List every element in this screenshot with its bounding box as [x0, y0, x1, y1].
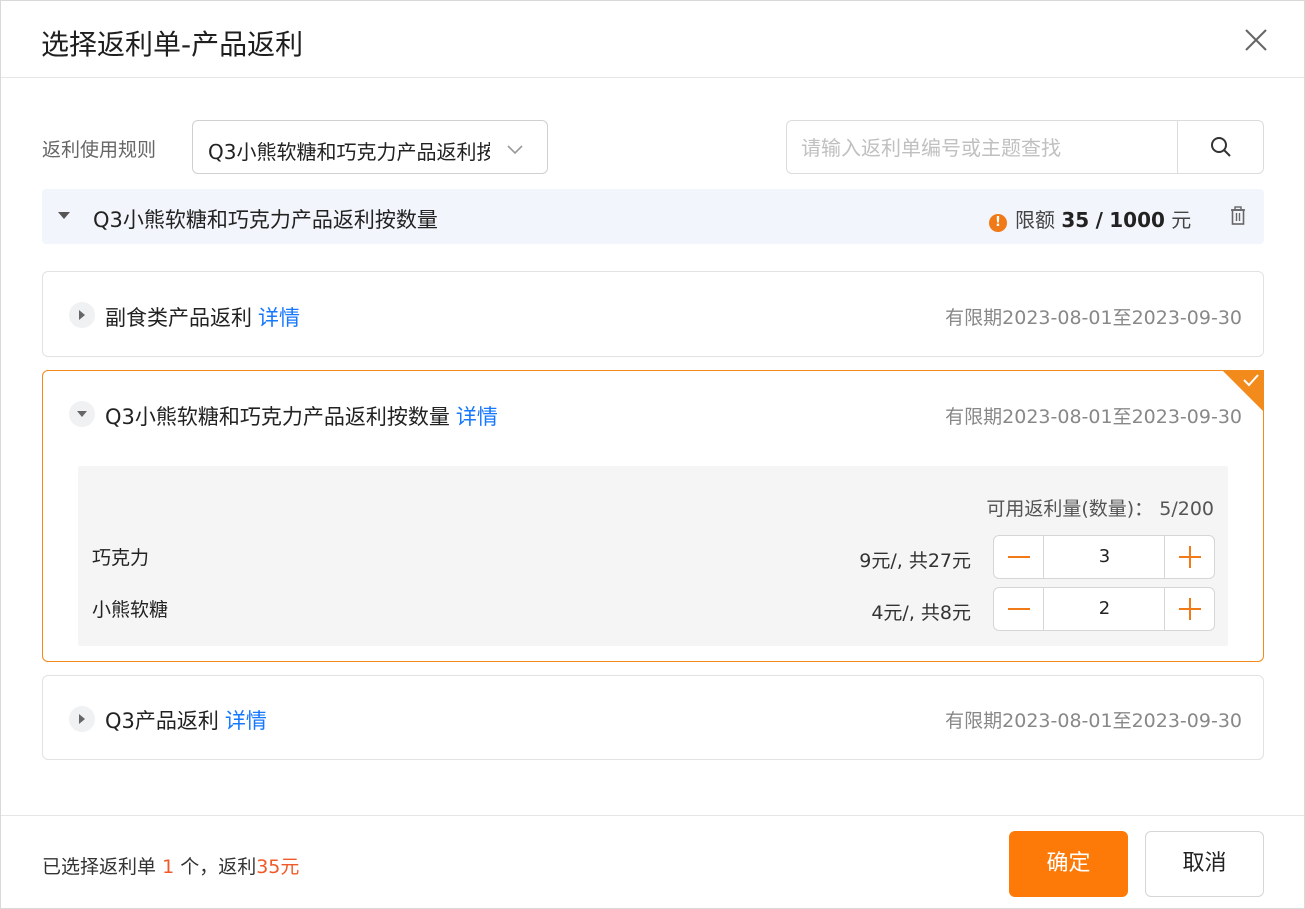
summary-prefix: 已选择返利单: [42, 856, 157, 878]
product-price: 4元/, 共8元: [871, 602, 971, 624]
card-title: 副食类产品返利 详情: [105, 302, 300, 332]
selection-summary: 已选择返利单 1 个，返利35元: [42, 852, 299, 879]
card-period: 有限期2023-08-01至2023-09-30: [945, 406, 1242, 428]
dialog-header: 选择返利单-产品返利: [1, 1, 1304, 78]
trash-icon[interactable]: [1228, 205, 1248, 227]
quota-total: 1000: [1109, 208, 1165, 232]
rebate-card-selected[interactable]: Q3小熊软糖和巧克力产品返利按数量 详情 有限期2023-08-01至2023-0…: [42, 370, 1264, 662]
quota-prefix: 限额: [1015, 208, 1055, 232]
confirm-button[interactable]: 确定: [1009, 831, 1128, 897]
product-name: 巧克力: [92, 547, 150, 569]
card-name: Q3产品返利: [105, 709, 219, 733]
quantity-value[interactable]: 3: [1044, 536, 1165, 578]
rule-select-value: Q3小熊软糖和巧克力产品返利按数量: [208, 140, 490, 164]
product-panel: 可用返利量(数量)： 5/200 巧克力 9元/, 共27元 3 小熊软糖 4元…: [78, 466, 1228, 646]
card-title: Q3小熊软糖和巧克力产品返利按数量 详情: [105, 401, 498, 431]
detail-link[interactable]: 详情: [456, 405, 498, 429]
available-label: 可用返利量(数量)：: [986, 498, 1154, 520]
card-period: 有限期2023-08-01至2023-09-30: [945, 307, 1242, 329]
minus-button[interactable]: [994, 536, 1044, 578]
warning-icon: !: [989, 214, 1007, 232]
expand-arrow-icon[interactable]: [69, 706, 95, 732]
collapse-arrow-icon[interactable]: [69, 401, 95, 427]
selected-count: 1: [162, 856, 175, 878]
rebate-dialog: 选择返利单-产品返利 返利使用规则 Q3小熊软糖和巧克力产品返利按数量 Q3小熊…: [0, 0, 1305, 909]
close-icon[interactable]: [1239, 23, 1273, 57]
rebate-card[interactable]: 副食类产品返利 详情 有限期2023-08-01至2023-09-30: [42, 271, 1264, 357]
quantity-stepper: 3: [993, 535, 1215, 579]
quota-used: 35: [1061, 208, 1090, 232]
rebate-card[interactable]: Q3产品返利 详情 有限期2023-08-01至2023-09-30: [42, 675, 1264, 760]
quantity-value[interactable]: 2: [1044, 588, 1165, 630]
detail-link[interactable]: 详情: [258, 306, 300, 330]
rule-group-header[interactable]: Q3小熊软糖和巧克力产品返利按数量 ! 限额 35 / 1000 元: [42, 189, 1264, 244]
collapse-triangle-icon[interactable]: [58, 212, 70, 219]
search-box: [786, 120, 1264, 174]
card-name: Q3小熊软糖和巧克力产品返利按数量: [105, 405, 450, 429]
available-value: 5/200: [1159, 498, 1214, 520]
detail-link[interactable]: 详情: [225, 709, 267, 733]
search-input[interactable]: [801, 133, 1171, 163]
group-name: Q3小熊软糖和巧克力产品返利按数量: [93, 208, 438, 232]
search-icon: [1211, 137, 1231, 157]
card-title: Q3产品返利 详情: [105, 705, 267, 735]
cancel-button[interactable]: 取消: [1145, 831, 1264, 897]
plus-button[interactable]: [1164, 536, 1214, 578]
product-price: 9元/, 共27元: [859, 550, 971, 572]
minus-button[interactable]: [994, 588, 1044, 630]
dialog-title: 选择返利单-产品返利: [41, 28, 304, 61]
card-period: 有限期2023-08-01至2023-09-30: [945, 710, 1242, 732]
card-name: 副食类产品返利: [105, 306, 252, 330]
plus-button[interactable]: [1164, 588, 1214, 630]
quota-sep: /: [1095, 208, 1103, 232]
chevron-down-icon: [505, 139, 525, 159]
available-amount: 可用返利量(数量)： 5/200: [986, 494, 1214, 521]
expand-arrow-icon[interactable]: [69, 302, 95, 328]
rule-select[interactable]: Q3小熊软糖和巧克力产品返利按数量: [192, 120, 548, 174]
check-icon: [1243, 374, 1259, 387]
footer-divider: [1, 815, 1304, 816]
quota-unit: 元: [1171, 208, 1192, 232]
quantity-stepper: 2: [993, 587, 1215, 631]
rule-label: 返利使用规则: [42, 139, 157, 161]
quota-info: ! 限额 35 / 1000 元: [989, 204, 1191, 233]
rebate-amount: 35元: [256, 856, 300, 878]
product-name: 小熊软糖: [92, 599, 169, 621]
summary-mid: 个，返利: [180, 856, 257, 878]
search-button[interactable]: [1177, 121, 1264, 173]
